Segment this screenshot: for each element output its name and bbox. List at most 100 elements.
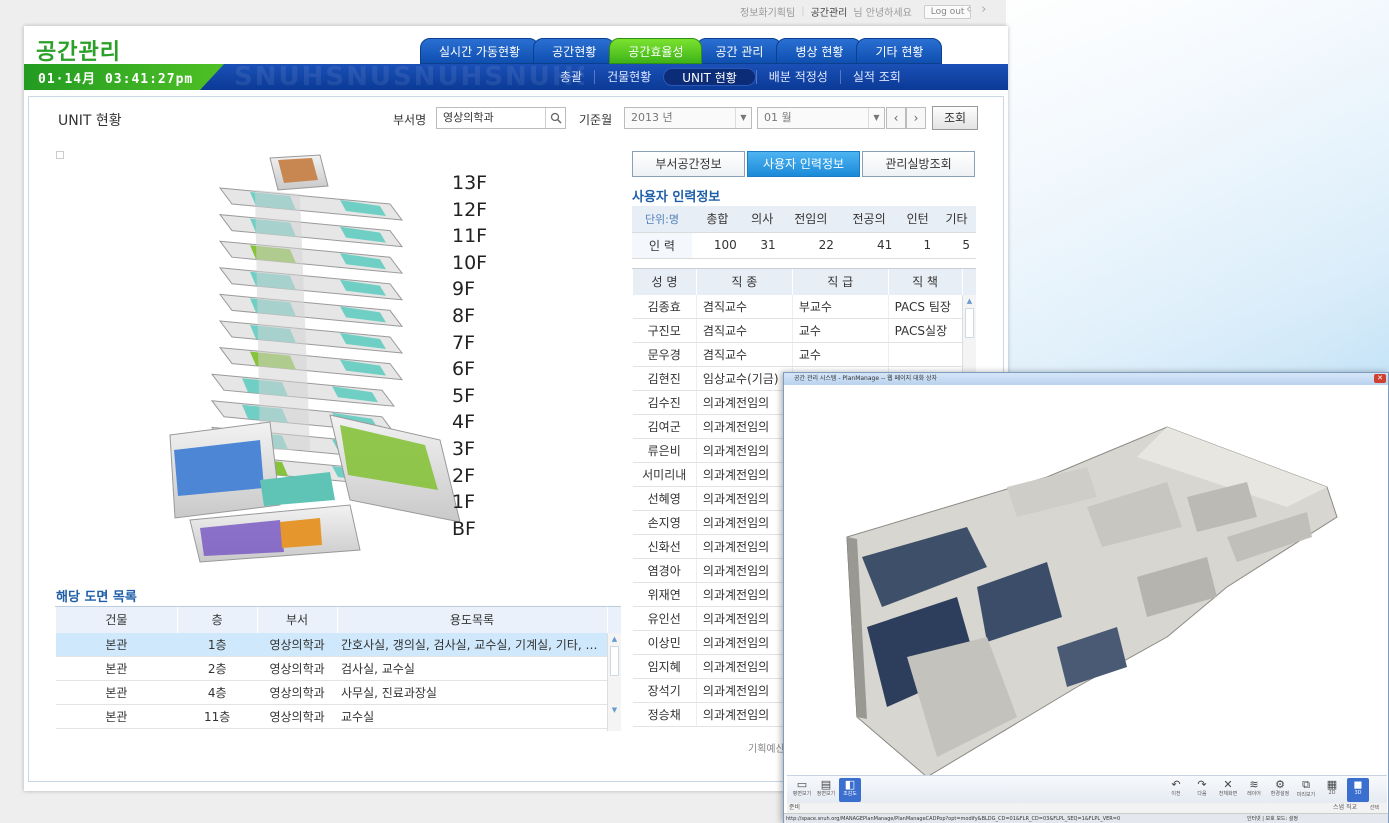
tab-0[interactable]: 부서공간정보	[632, 151, 745, 177]
floor-slab[interactable]	[218, 213, 404, 248]
month-label: 기준월	[579, 113, 613, 127]
floor-label[interactable]: 1F	[452, 489, 487, 516]
floor-view-icon[interactable]: ▭ 평면보기	[791, 778, 813, 802]
tab-1[interactable]: 사용자 인력정보	[747, 151, 860, 177]
main-nav-item[interactable]: 실시간 가동현황	[420, 38, 540, 64]
forward-arrow-icon[interactable]: ›	[981, 2, 986, 17]
view-3d-icon[interactable]: ◼ 3D	[1347, 778, 1369, 802]
floor-label[interactable]: 13F	[452, 170, 487, 197]
tab-2[interactable]: 관리실방조회	[862, 151, 975, 177]
drawing-cell: 본관	[55, 656, 178, 681]
floor-slab[interactable]	[218, 293, 404, 328]
floor-label[interactable]: 8F	[452, 303, 487, 330]
preview-icon[interactable]: ⧉ 미리보기	[1295, 778, 1317, 802]
back-arrow-icon[interactable]: ‹	[966, 2, 971, 17]
drawing-header-cell: 건물	[55, 606, 178, 633]
cad-3d-canvas[interactable]	[787, 387, 1387, 778]
table-row[interactable]: 본관 1층 영상의학과 간호사실, 갱의실, 검사실, 교수실, 기계실, 기타, 사…	[55, 632, 621, 657]
staff-cell: 정승채	[632, 702, 697, 727]
logout-button[interactable]: Log out	[923, 4, 972, 19]
query-button[interactable]: 조회	[932, 106, 978, 130]
drawing-cell: 영상의학과	[257, 680, 338, 705]
undo-icon[interactable]: ↶ 이전	[1165, 778, 1187, 802]
table-row[interactable]: 본관 11층 영상의학과 교수실	[55, 704, 621, 729]
dialog-title: 공간 관리 시스템 - PlanManage -- 웹 페이지 대화 상자	[794, 375, 938, 382]
scroll-thumb[interactable]	[965, 308, 974, 338]
redo-icon[interactable]: ↷ 다음	[1191, 778, 1213, 802]
watermark-text: SNUHSNUSNUHSNUHSNUHSNUH	[234, 64, 584, 90]
floor-label[interactable]: 2F	[452, 463, 487, 490]
staff-cell: 부교수	[791, 294, 889, 319]
scroll-gutter	[606, 606, 621, 633]
birdseye-view-icon[interactable]: ◧ 조감도	[839, 778, 861, 802]
next-month-button[interactable]: ›	[906, 107, 926, 129]
main-nav-item[interactable]: 공간효율성	[609, 38, 703, 64]
floor-slab[interactable]	[218, 320, 404, 354]
sub-nav-item[interactable]: UNIT 현황	[663, 68, 756, 86]
sub-nav-item[interactable]: 실적 조회	[839, 70, 913, 84]
table-row[interactable]: 본관 4층 영상의학과 사무실, 진료과장실	[55, 680, 621, 705]
floor-label[interactable]: 4F	[452, 409, 487, 436]
drawing-cell: 교수실	[337, 704, 607, 729]
staff-header-cell: 성 명	[632, 268, 697, 295]
floor-labels: 13F 12F 11F 10F 9F 8F 7F 6F 5F 4F 3F 2F 1F BF	[452, 170, 487, 542]
floor-label[interactable]: 5F	[452, 383, 487, 410]
sub-nav-item[interactable]: 총괄	[548, 70, 594, 84]
floor-label[interactable]: 9F	[452, 276, 487, 303]
dialog-toolbar: ▭ 평면보기 ▤ 정면보기 ◧ 조감도 ↶ 이전 ↷ 다음 ✕ 전체화면 ≋ 레이어 ⚙ 환경설정 ⧉ 미리보기 ▦…	[787, 775, 1387, 803]
floor-label[interactable]: BF	[452, 516, 487, 543]
floor-slab[interactable]	[218, 346, 404, 381]
campus-3d-model[interactable]	[787, 387, 1387, 778]
status-ready: 준비	[789, 804, 801, 811]
settings-icon[interactable]: ⚙ 환경설정	[1269, 778, 1291, 802]
summary-cell: 5	[937, 232, 976, 259]
sub-nav-item[interactable]: 배분 적정성	[755, 70, 840, 84]
scroll-down-icon[interactable]: ▼	[608, 704, 621, 716]
floor-label[interactable]: 6F	[452, 356, 487, 383]
staff-cell: 의과계전임의	[695, 534, 793, 559]
close-icon[interactable]: ✕	[1374, 374, 1386, 383]
scroll-thumb[interactable]	[610, 646, 619, 676]
clock: 01·14月 03:41:27pm	[38, 72, 194, 87]
main-nav-item[interactable]: 병상 현황	[776, 38, 863, 64]
scroll-up-icon[interactable]: ▲	[608, 633, 621, 645]
dept-input[interactable]: 영상의학과	[436, 107, 566, 129]
main-nav-item[interactable]: 공간현황	[533, 38, 616, 64]
summary-cell: 31	[742, 232, 782, 259]
table-row[interactable]: 구진모 겸직교수 교수 PACS실장	[632, 318, 976, 343]
main-nav-item[interactable]: 기타 현황	[856, 38, 943, 64]
staff-cell: 의과계전임의	[695, 678, 793, 703]
floor-slab[interactable]	[218, 267, 404, 301]
floor-label[interactable]: 10F	[452, 250, 487, 277]
divider: |	[801, 6, 805, 17]
main-nav-item[interactable]: 공간 관리	[696, 38, 783, 64]
checkbox[interactable]	[56, 151, 64, 159]
elevation-view-icon[interactable]: ▤ 정면보기	[815, 778, 837, 802]
floor-label[interactable]: 3F	[452, 436, 487, 463]
floor-label[interactable]: 7F	[452, 330, 487, 357]
table-row[interactable]: 문우경 겸직교수 교수	[632, 342, 976, 367]
floor-label[interactable]: 12F	[452, 197, 487, 224]
year-select[interactable]: 2013 년 ▼	[624, 107, 752, 129]
table-row[interactable]: 김종효 겸직교수 부교수 PACS 팀장	[632, 294, 976, 319]
table-row[interactable]: 본관 2층 영상의학과 검사실, 교수실	[55, 656, 621, 681]
view-2d-icon[interactable]: ▦ 2D	[1321, 778, 1343, 802]
building-3d-image[interactable]	[160, 150, 460, 575]
sub-nav-item[interactable]: 건물현황	[594, 70, 663, 84]
tool-label: 미리보기	[1296, 792, 1316, 798]
scroll-up-icon[interactable]: ▲	[963, 295, 976, 307]
floor-label[interactable]: 11F	[452, 223, 487, 250]
floor-slab[interactable]	[218, 240, 404, 274]
month-select[interactable]: 01 월 ▼	[757, 107, 885, 129]
prev-month-button[interactable]: ‹	[886, 107, 906, 129]
staff-cell: 임상교수(기금)	[695, 366, 793, 391]
search-icon[interactable]	[545, 108, 565, 128]
staff-scrollbar[interactable]: ▲	[962, 295, 976, 373]
floor-slab[interactable]	[218, 187, 404, 221]
drawing-scrollbar[interactable]: ▲ ▼	[607, 633, 621, 731]
staff-cell: 선혜영	[632, 486, 697, 511]
year-value: 2013 년	[631, 111, 673, 124]
layers-icon[interactable]: ≋ 레이어	[1243, 778, 1265, 802]
tool-label: 환경설정	[1270, 791, 1290, 797]
fullscreen-icon[interactable]: ✕ 전체화면	[1217, 778, 1239, 802]
